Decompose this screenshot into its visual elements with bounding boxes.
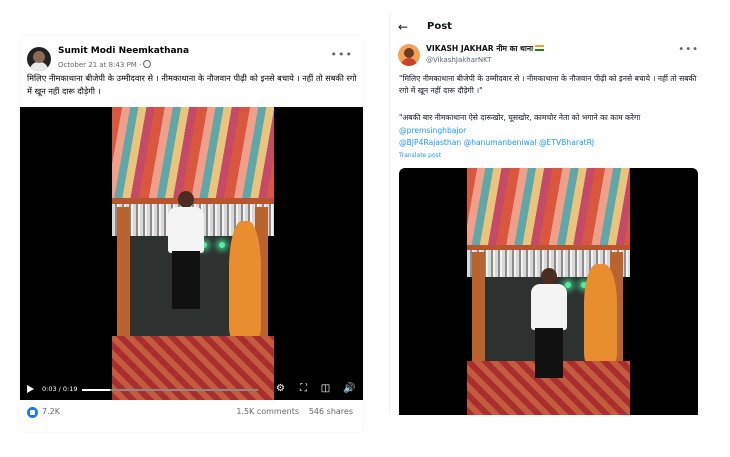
man-shirt xyxy=(531,284,567,330)
mention-link[interactable]: @BJP4Rajasthan @hanumanbeniwal @ETVBhara… xyxy=(399,137,699,149)
author-display-name[interactable]: VIKASH JAKHAR नीम का थाना xyxy=(426,44,545,54)
post-comment-text: "अबकी बार नीमकाथाना ऐसे दारूखोर, घूसखोर,… xyxy=(399,113,641,122)
author-display-name-text[interactable]: VIKASH JAKHAR नीम का थाना xyxy=(426,44,533,53)
like-icon[interactable] xyxy=(27,407,38,418)
post-date[interactable]: October 21 at 8:43 PM · xyxy=(58,60,152,69)
post-text: मिलिए नीमकाथाना बीजेपी के उम्मीदवार से ।… xyxy=(27,73,357,96)
facebook-post: Sumit Modi Neemkathana October 21 at 8:4… xyxy=(20,36,363,432)
stage-pillar xyxy=(471,251,485,371)
more-options-icon[interactable]: ••• xyxy=(678,44,699,55)
man-head xyxy=(541,268,557,285)
tent-canopy xyxy=(467,168,630,252)
video-player[interactable] xyxy=(399,168,698,415)
video-frame xyxy=(112,107,274,400)
man-pants xyxy=(172,251,200,309)
video-controls: 0:03 / 0:19 ⚙ ⛶ ◫ 🔊 xyxy=(20,379,363,400)
picture-in-picture-icon[interactable]: ◫ xyxy=(320,383,331,394)
video-progress-fill xyxy=(82,389,111,391)
author-avatar[interactable] xyxy=(398,44,420,66)
page-title: Post xyxy=(427,21,452,32)
globe-icon xyxy=(143,60,152,68)
stage-pillar xyxy=(116,206,130,348)
video-frame xyxy=(467,168,630,415)
post-date-text[interactable]: October 21 at 8:43 PM xyxy=(58,61,137,69)
india-flag-icon xyxy=(535,45,545,51)
like-count[interactable]: 7.2K xyxy=(42,407,60,416)
translate-post-link[interactable]: Translate post xyxy=(399,152,441,159)
video-time: 0:03 / 0:19 xyxy=(42,385,78,393)
quoted-text: "मिलिए नीमकाथाना बीजेपी के उम्मीदवार से … xyxy=(399,74,697,95)
volume-icon[interactable]: 🔊 xyxy=(343,383,355,394)
share-count[interactable]: 546 shares xyxy=(309,407,353,416)
author-name[interactable]: Sumit Modi Neemkathana xyxy=(58,46,189,56)
mentions: @premsinghbajor @BJP4Rajasthan @hanumanb… xyxy=(399,125,699,149)
tent-canopy xyxy=(112,107,274,207)
man-shirt xyxy=(168,207,204,253)
video-progress-bar[interactable] xyxy=(82,389,258,391)
dancer-figure xyxy=(584,264,617,364)
comment-count[interactable]: 1.5K comments xyxy=(236,407,299,416)
stage-light xyxy=(218,241,225,248)
stage-light xyxy=(564,281,571,288)
video-player[interactable]: 0:03 / 0:19 ⚙ ⛶ ◫ 🔊 xyxy=(20,107,363,400)
author-handle[interactable]: @VikashJakharNKT xyxy=(426,56,491,64)
fullscreen-icon[interactable]: ⛶ xyxy=(298,383,309,394)
mention-link[interactable]: @premsinghbajor xyxy=(399,125,699,137)
reaction-bar: 7.2K 1.5K comments 546 shares xyxy=(27,406,357,420)
x-post: ← Post VIKASH JAKHAR नीम का थाना @Vikash… xyxy=(389,13,709,415)
play-icon[interactable] xyxy=(27,385,34,393)
man-pants xyxy=(535,328,563,378)
more-options-icon[interactable]: ••• xyxy=(331,48,353,61)
back-arrow-icon[interactable]: ← xyxy=(398,20,408,34)
man-head xyxy=(178,191,194,208)
author-avatar[interactable] xyxy=(27,47,51,71)
dancer-figure xyxy=(228,221,262,339)
settings-icon[interactable]: ⚙ xyxy=(275,383,286,394)
